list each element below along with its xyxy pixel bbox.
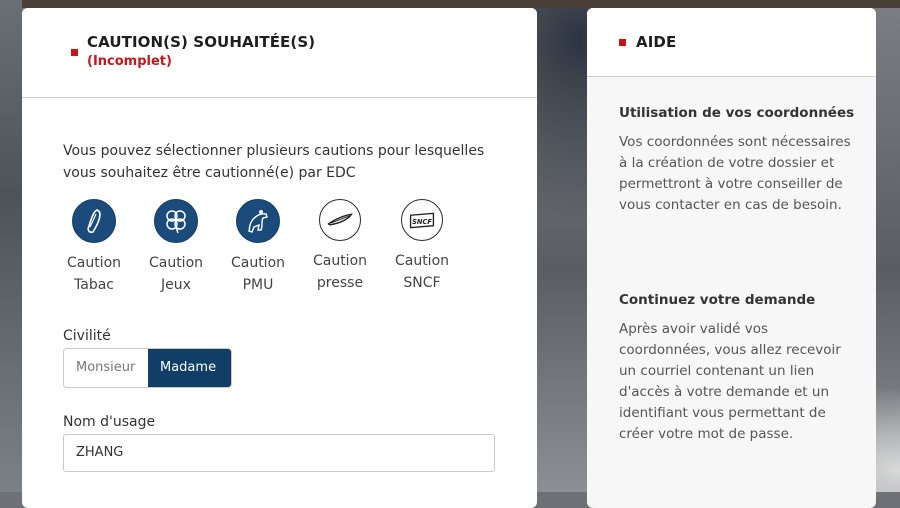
background-strip: [0, 0, 900, 8]
help-section-title: Continuez votre demande: [619, 292, 816, 308]
jeux-icon: [154, 199, 198, 243]
background-left: [0, 0, 22, 492]
help-section-text: Après avoir validé vos coordonnées, vous…: [619, 321, 841, 442]
help-section-text: Vos coordonnées sont nécessaires à la cr…: [619, 134, 851, 213]
caution-form-card: CAUTION(S) SOUHAITÉE(S) (Incomplet) Vous…: [22, 8, 537, 508]
form-status: (Incomplet): [87, 54, 172, 69]
caution-option-sncf[interactable]: SNCF Caution SNCF: [387, 198, 457, 294]
caution-option-presse[interactable]: Caution presse: [305, 198, 375, 294]
help-section-title: Utilisation de vos coordonnées: [619, 105, 855, 121]
section-bullet-icon: [619, 39, 626, 46]
civility-toggle: Monsieur Madame: [63, 348, 232, 388]
caution-options: Caution Tabac Caution Jeux Caution PMU C…: [63, 198, 503, 308]
sncf-icon: SNCF: [401, 199, 443, 241]
caution-option-label: Caution SNCF: [394, 253, 450, 291]
civility-monsieur-button[interactable]: Monsieur: [64, 349, 148, 387]
caution-option-tabac[interactable]: Caution Tabac: [59, 198, 129, 296]
help-card: AIDE Utilisation de vos coordonnées Vos …: [587, 8, 876, 508]
help-title: AIDE: [636, 33, 677, 51]
form-header: CAUTION(S) SOUHAITÉE(S) (Incomplet): [22, 8, 537, 98]
section-bullet-icon: [71, 49, 78, 56]
civility-label: Civilité: [63, 328, 111, 344]
form-intro: Vous pouvez sélectionner plusieurs cauti…: [63, 143, 485, 181]
name-label: Nom d'usage: [63, 414, 156, 430]
civility-madame-button[interactable]: Madame: [148, 349, 231, 387]
caution-option-pmu[interactable]: Caution PMU: [223, 198, 293, 296]
name-input[interactable]: ZHANG: [63, 434, 495, 472]
caution-option-label: Caution Jeux: [148, 255, 204, 293]
caution-option-label: Caution Tabac: [66, 255, 122, 293]
form-title: CAUTION(S) SOUHAITÉE(S): [87, 33, 316, 51]
tabac-icon: [72, 199, 116, 243]
caution-option-label: Caution PMU: [230, 255, 286, 293]
caution-option-label: Caution presse: [312, 253, 368, 291]
pmu-icon: [236, 199, 280, 243]
presse-icon: [319, 199, 361, 241]
help-header: AIDE: [587, 8, 876, 77]
caution-option-jeux[interactable]: Caution Jeux: [141, 198, 211, 296]
sncf-logo-text: SNCF: [412, 218, 432, 226]
